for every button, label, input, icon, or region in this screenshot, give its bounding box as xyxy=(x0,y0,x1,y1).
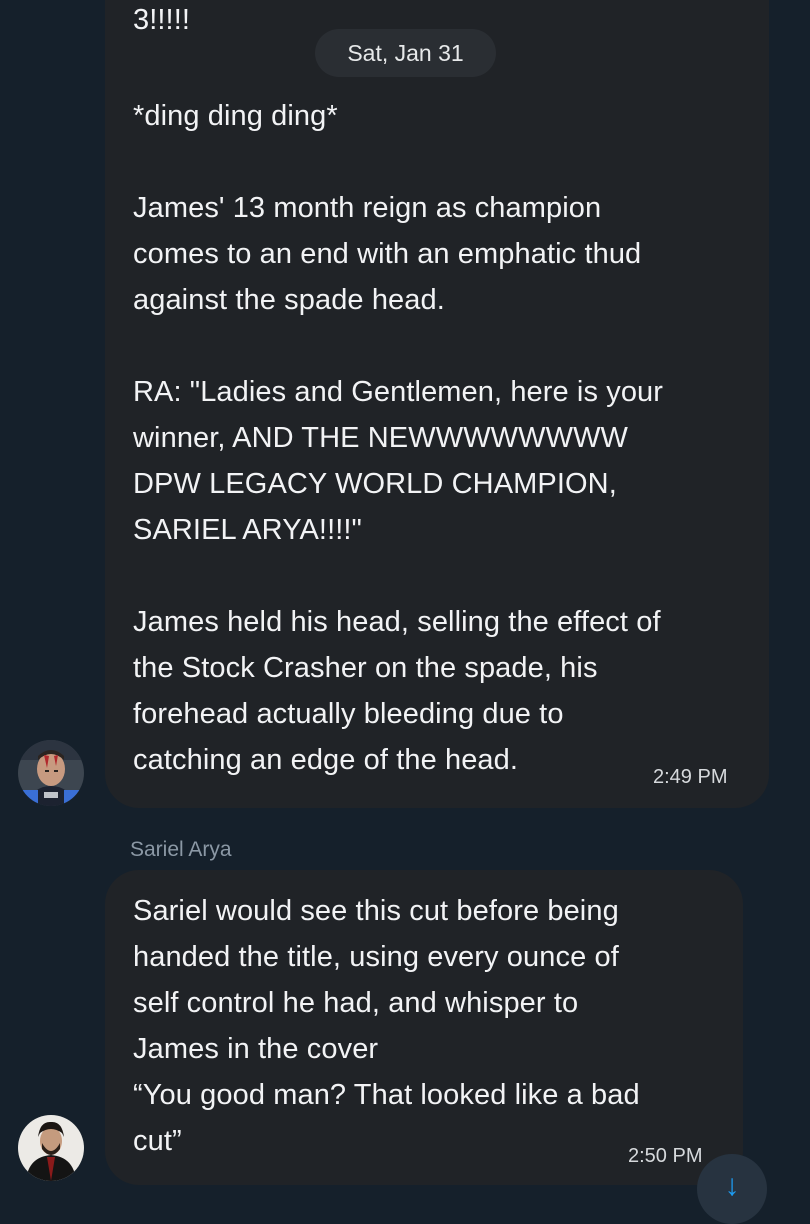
avatar[interactable] xyxy=(18,1115,84,1181)
wrestler-avatar-bloodied-icon xyxy=(18,740,84,806)
date-separator: Sat, Jan 31 xyxy=(315,29,496,77)
sender-name: Sariel Arya xyxy=(130,838,232,861)
message-text: 3!!!!! xyxy=(133,4,191,36)
message-text: *ding ding ding* James' 13 month reign a… xyxy=(133,100,664,776)
arrow-down-icon: ↓ xyxy=(724,1169,740,1202)
avatar[interactable] xyxy=(18,740,84,806)
message-timestamp: 2:50 PM xyxy=(628,1145,703,1167)
message-timestamp: 2:49 PM xyxy=(653,766,728,788)
scroll-to-bottom-button[interactable]: ↓ xyxy=(697,1154,767,1224)
wrestler-avatar-bearded-icon xyxy=(18,1115,84,1181)
message-text: Sariel would see this cut before being h… xyxy=(133,895,640,1157)
